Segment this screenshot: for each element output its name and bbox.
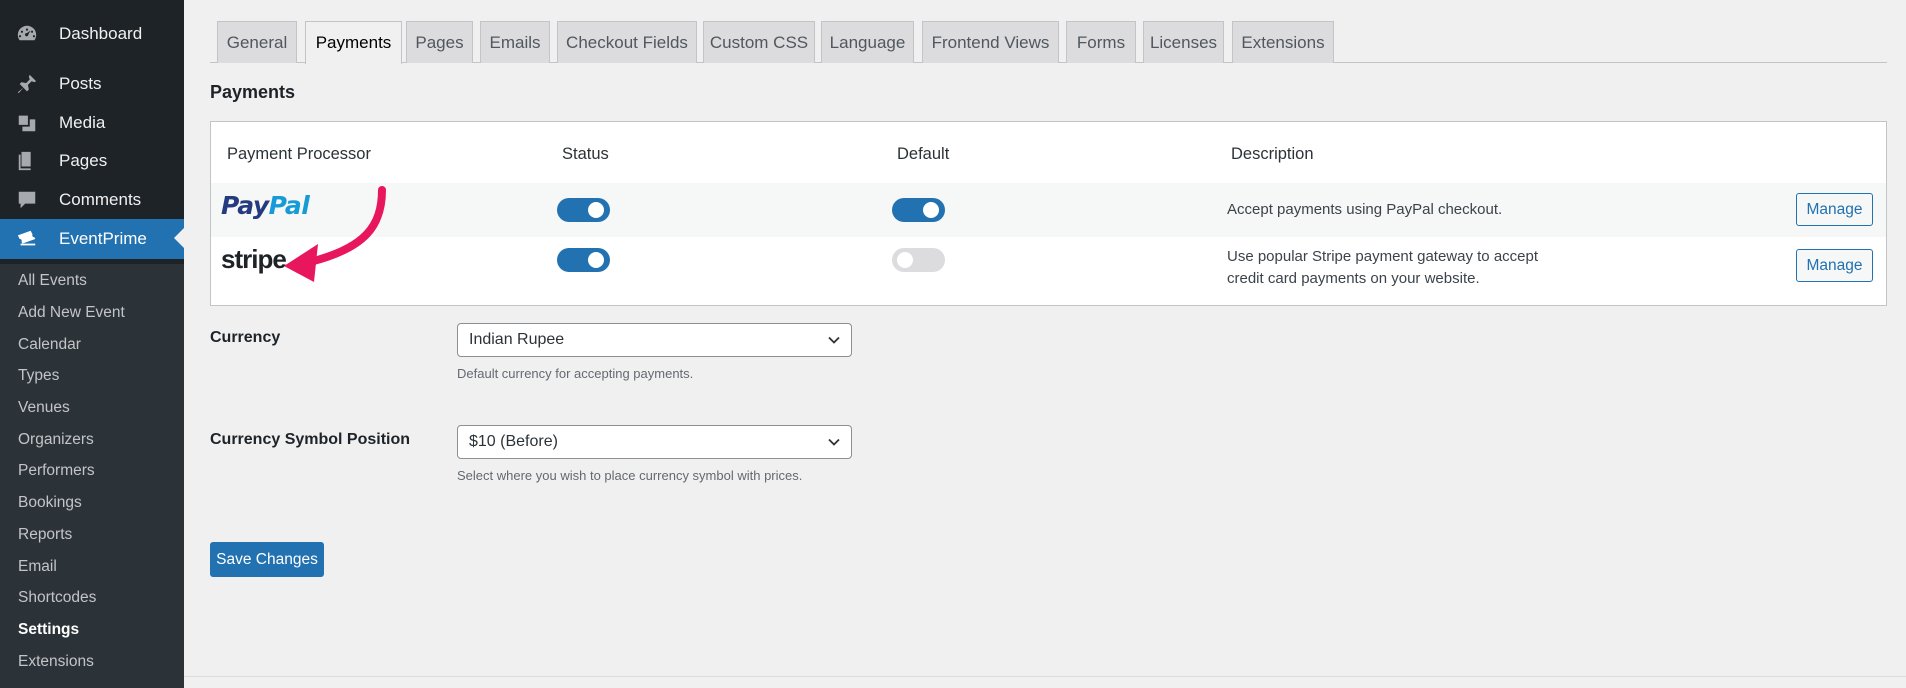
menu-posts[interactable]: Posts	[0, 65, 184, 103]
stripe-manage-button[interactable]: Manage	[1796, 249, 1873, 282]
menu-comments[interactable]: Comments	[0, 181, 184, 219]
submenu-email[interactable]: Email	[18, 558, 57, 576]
pushpin-icon	[14, 73, 40, 95]
menu-dashboard[interactable]: Dashboard	[0, 15, 184, 53]
tab-custom-css[interactable]: Custom CSS	[703, 21, 815, 63]
column-header-description: Description	[1231, 145, 1314, 163]
admin-sidebar: Dashboard Posts Media Pages Comments Eve…	[0, 0, 184, 688]
chevron-down-icon	[828, 336, 840, 344]
submenu-calendar[interactable]: Calendar	[18, 336, 81, 354]
page-title: Payments	[210, 82, 296, 102]
menu-eventprime[interactable]: EventPrime	[0, 219, 184, 259]
paypal-manage-button[interactable]: Manage	[1796, 193, 1873, 226]
ticket-icon	[14, 228, 40, 250]
submenu-types[interactable]: Types	[18, 367, 59, 385]
submenu-organizers[interactable]: Organizers	[18, 431, 94, 449]
media-icon	[14, 112, 40, 134]
paypal-default-toggle[interactable]	[892, 198, 945, 222]
menu-label: Dashboard	[59, 24, 143, 43]
submenu-settings[interactable]: Settings	[18, 621, 79, 639]
eventprime-submenu: All Events Add New Event Calendar Types …	[0, 264, 184, 688]
stripe-status-toggle[interactable]	[557, 248, 610, 272]
tab-general[interactable]: General	[217, 21, 297, 63]
currency-symbol-position-select[interactable]: $10 (Before)	[457, 425, 852, 459]
submenu-performers[interactable]: Performers	[18, 462, 95, 480]
menu-media[interactable]: Media	[0, 104, 184, 142]
currency-label: Currency	[210, 329, 281, 346]
submenu-shortcodes[interactable]: Shortcodes	[18, 589, 96, 607]
submenu-extensions[interactable]: Extensions	[18, 653, 94, 671]
paypal-status-toggle[interactable]	[557, 198, 610, 222]
submenu-reports[interactable]: Reports	[18, 526, 72, 544]
submenu-bookings[interactable]: Bookings	[18, 494, 82, 512]
currency-symbol-position-label: Currency Symbol Position	[210, 431, 411, 448]
tab-payments[interactable]: Payments	[305, 21, 402, 64]
menu-label: EventPrime	[59, 229, 147, 248]
tab-forms[interactable]: Forms	[1066, 21, 1136, 63]
symbol-position-selected-value: $10 (Before)	[469, 433, 558, 450]
menu-pages[interactable]: Pages	[0, 142, 184, 180]
menu-label: Media	[59, 113, 106, 132]
menu-label: Pages	[59, 151, 108, 170]
column-header-status: Status	[562, 145, 609, 163]
stripe-default-toggle[interactable]	[892, 248, 945, 272]
column-header-processor: Payment Processor	[227, 145, 371, 163]
submenu-venues[interactable]: Venues	[18, 399, 70, 417]
tab-frontend-views[interactable]: Frontend Views	[922, 21, 1059, 63]
submenu-add-new-event[interactable]: Add New Event	[18, 304, 125, 322]
submenu-all-events[interactable]: All Events	[18, 272, 87, 290]
tab-licenses[interactable]: Licenses	[1143, 21, 1224, 63]
column-header-default: Default	[897, 145, 950, 163]
tab-pages[interactable]: Pages	[406, 21, 473, 63]
chevron-down-icon	[828, 438, 840, 446]
currency-select[interactable]: Indian Rupee	[457, 323, 852, 357]
currency-selected-value: Indian Rupee	[469, 331, 565, 348]
tab-checkout-fields[interactable]: Checkout Fields	[557, 21, 697, 63]
menu-label: Comments	[59, 190, 142, 209]
comment-icon	[14, 189, 40, 211]
tab-emails[interactable]: Emails	[480, 21, 550, 63]
annotation-arrow-icon	[284, 186, 386, 282]
currency-help-text: Default currency for accepting payments.	[457, 366, 694, 381]
save-changes-button[interactable]: Save Changes	[210, 542, 324, 577]
footer-divider	[184, 676, 1906, 677]
dashboard-icon	[14, 23, 40, 45]
stripe-description: Use popular Stripe payment gateway to ac…	[1227, 248, 1539, 287]
paypal-description: Accept payments using PayPal checkout.	[1227, 201, 1503, 218]
tab-language[interactable]: Language	[821, 21, 914, 63]
payment-processors-table: Payment Processor Status Default Descrip…	[210, 121, 1887, 306]
menu-label: Posts	[59, 74, 102, 93]
tab-extensions[interactable]: Extensions	[1232, 21, 1334, 63]
symbol-position-help-text: Select where you wish to place currency …	[457, 468, 803, 483]
table-row-stripe: stripe Use popular Stripe payment gatewa…	[211, 237, 1886, 305]
pages-icon	[14, 150, 40, 172]
table-row-paypal: PayPal Accept payments using PayPal chec…	[211, 183, 1886, 237]
